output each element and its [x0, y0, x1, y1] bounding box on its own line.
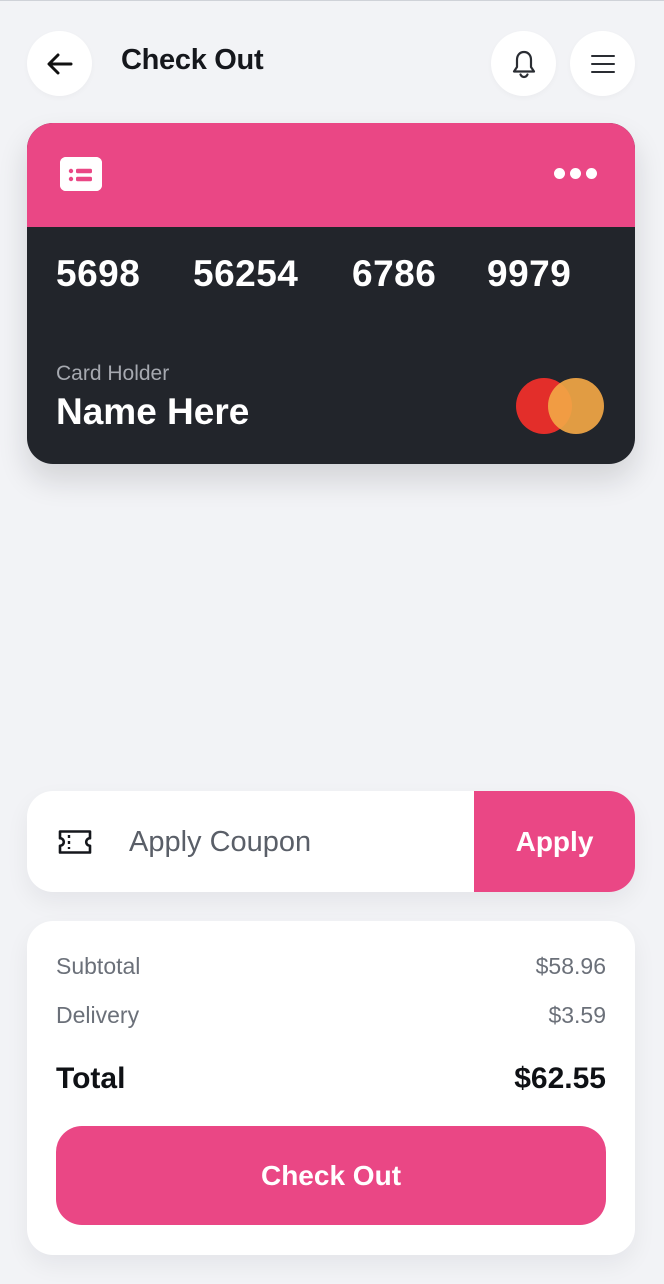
- total-label: Total: [56, 1062, 126, 1095]
- card-number-group-4: 9979: [487, 253, 572, 294]
- back-button[interactable]: [27, 31, 92, 96]
- card-icon: [60, 157, 102, 191]
- delivery-value: $3.59: [548, 1002, 606, 1028]
- card-holder-name: Name Here: [56, 391, 250, 432]
- card-number-group-2: 56254: [193, 253, 299, 294]
- apply-coupon-button[interactable]: Apply: [474, 791, 635, 892]
- subtotal-label: Subtotal: [56, 953, 141, 979]
- hamburger-menu-icon: [590, 54, 615, 73]
- more-options-icon[interactable]: [554, 168, 597, 179]
- bell-icon: [512, 50, 535, 78]
- card-number-group-3: 6786: [352, 253, 437, 294]
- menu-button[interactable]: [570, 31, 635, 96]
- coupon-input[interactable]: [129, 821, 459, 863]
- ticket-icon: [58, 828, 92, 861]
- total-row: Total $62.55: [56, 1062, 606, 1096]
- page-title: Check Out: [121, 44, 264, 76]
- payment-card-header: [27, 123, 635, 227]
- subtotal-value: $58.96: [535, 953, 606, 979]
- delivery-label: Delivery: [56, 1002, 140, 1028]
- delivery-row: Delivery $3.59: [56, 1002, 606, 1029]
- card-number-group-1: 5698: [56, 253, 141, 294]
- subtotal-row: Subtotal $58.96: [56, 953, 606, 980]
- page-header: Check Out: [27, 31, 635, 97]
- notification-button[interactable]: [491, 31, 556, 96]
- order-summary: Subtotal $58.96 Delivery $3.59 Total $62…: [27, 921, 635, 1255]
- mastercard-logo-icon: [516, 378, 606, 434]
- card-holder-label: Card Holder: [56, 362, 170, 385]
- coupon-bar: Apply: [27, 791, 635, 892]
- total-value: $62.55: [514, 1062, 606, 1095]
- checkout-button[interactable]: Check Out: [56, 1126, 606, 1225]
- payment-card[interactable]: 5698 56254 6786 9979 Card Holder Name He…: [27, 123, 635, 464]
- arrow-left-icon: [47, 53, 72, 74]
